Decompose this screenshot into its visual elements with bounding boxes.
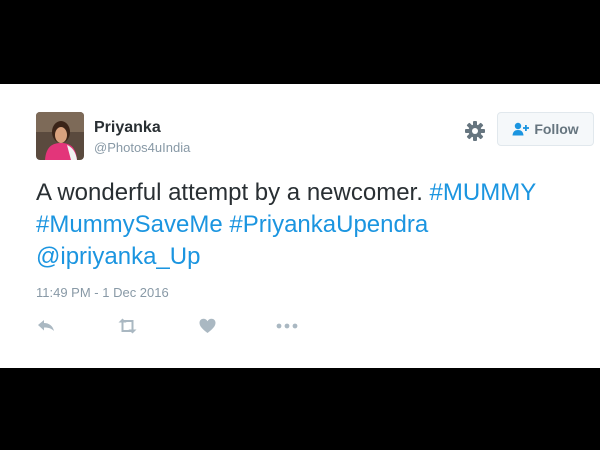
tweet-timestamp[interactable]: 11:49 PM - 1 Dec 2016 bbox=[36, 285, 169, 301]
like-icon[interactable] bbox=[199, 318, 216, 334]
hashtag-link[interactable]: #MummySaveMe bbox=[36, 211, 223, 238]
reply-icon[interactable] bbox=[37, 318, 55, 334]
hashtag-link[interactable]: #MUMMY bbox=[430, 179, 537, 206]
follow-button[interactable]: Follow bbox=[497, 112, 594, 146]
gear-icon[interactable] bbox=[464, 120, 486, 142]
mention-link[interactable]: @ipriyanka_Up bbox=[36, 243, 200, 270]
follow-label: Follow bbox=[534, 121, 579, 137]
retweet-icon[interactable] bbox=[117, 318, 138, 334]
hashtag-link[interactable]: #PriyankaUpendra bbox=[229, 211, 428, 238]
tweet-card: Priyanka @Photos4uIndia Follow A wonderf… bbox=[0, 84, 600, 368]
tweet-text: A wonderful attempt by a newcomer. #MUMM… bbox=[36, 177, 592, 273]
add-person-icon bbox=[512, 122, 530, 136]
avatar[interactable] bbox=[36, 112, 84, 160]
image-frame: Priyanka @Photos4uIndia Follow A wonderf… bbox=[0, 0, 600, 450]
user-handle[interactable]: @Photos4uIndia bbox=[94, 140, 190, 156]
tweet-text-body: A wonderful attempt by a newcomer. bbox=[36, 179, 430, 206]
more-icon[interactable] bbox=[276, 318, 298, 334]
display-name[interactable]: Priyanka bbox=[94, 119, 161, 137]
